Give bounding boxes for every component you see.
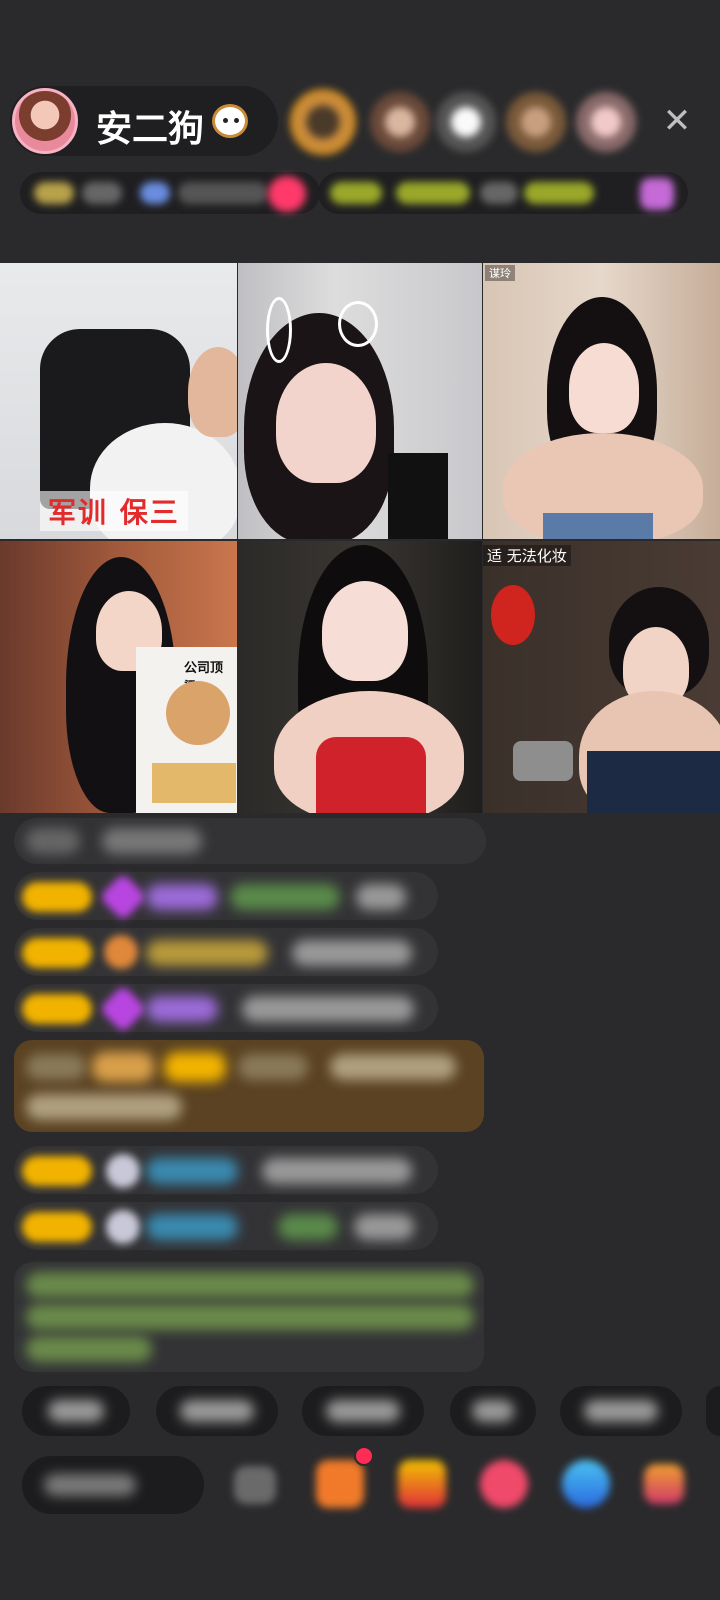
user-level-badge <box>22 938 92 968</box>
streamer-head <box>188 347 237 437</box>
chip-label <box>472 1400 514 1422</box>
chat-text <box>278 1214 338 1240</box>
video-cell[interactable]: 军训 保三 <box>0 263 237 539</box>
desk <box>152 763 236 803</box>
quick-chip[interactable] <box>706 1386 720 1436</box>
chip-label <box>326 1400 400 1422</box>
video-cell[interactable] <box>238 263 482 539</box>
camera-prop <box>513 741 573 781</box>
notice-text <box>26 1272 474 1298</box>
blue-top <box>543 513 653 539</box>
rank-text <box>178 182 268 204</box>
chip-label <box>180 1400 254 1422</box>
user-level-badge <box>22 1212 92 1242</box>
chat-text <box>292 940 412 966</box>
promo-text <box>330 182 382 204</box>
notice-text <box>26 1336 152 1362</box>
comment-placeholder <box>44 1474 136 1496</box>
user-level-badge <box>22 994 92 1024</box>
chip-label <box>584 1400 658 1422</box>
host-avatar[interactable] <box>12 88 78 154</box>
chat-text <box>330 1054 456 1080</box>
lace-top <box>587 751 720 813</box>
chat-badge <box>164 1052 226 1082</box>
chat-text <box>26 828 80 854</box>
emoji-icon[interactable] <box>234 1466 276 1504</box>
multi-guest-video-grid: 军训 保三 谋玲 公司顶梁 适 无法化妆 <box>0 263 720 815</box>
red-top <box>316 737 426 813</box>
chat-text <box>238 1054 308 1080</box>
game-icon[interactable] <box>562 1460 610 1508</box>
video-cell[interactable] <box>238 541 482 813</box>
chat-message[interactable] <box>14 818 486 864</box>
user-level-badge <box>22 1156 92 1186</box>
cell-overlay-label: 军训 保三 <box>40 491 188 531</box>
viewer-avatar[interactable] <box>436 92 496 152</box>
chat-username <box>146 996 218 1022</box>
chat-username <box>146 1214 238 1240</box>
chat-badge <box>92 1052 154 1082</box>
chat-username <box>146 1158 238 1184</box>
video-cell[interactable]: 谋玲 <box>483 263 720 539</box>
panda-plush <box>491 585 535 645</box>
viewer-avatar[interactable] <box>576 92 636 152</box>
cat-face <box>166 681 230 745</box>
close-icon[interactable]: ✕ <box>660 104 694 138</box>
viewer-avatar[interactable] <box>290 89 356 155</box>
video-cell[interactable]: 公司顶梁 <box>0 541 237 813</box>
chat-text <box>262 1158 412 1184</box>
viewer-avatar[interactable] <box>506 92 566 152</box>
streamer-face <box>276 363 376 483</box>
chat-text <box>354 1214 414 1240</box>
red-packet-icon[interactable] <box>398 1460 446 1508</box>
video-cell[interactable]: 适 无法化妆 <box>483 541 720 813</box>
chat-text <box>26 1094 182 1120</box>
live-room-screen: { "host": { "name": "安二狗", "emoji_icon":… <box>0 0 720 1600</box>
promo-text <box>524 182 594 204</box>
chat-username <box>146 884 218 910</box>
chat-text <box>102 828 202 854</box>
rank-badge <box>34 182 74 204</box>
user-level-badge <box>22 882 92 912</box>
promo-icon[interactable] <box>640 178 674 210</box>
streamer-face <box>322 581 408 681</box>
chat-text <box>26 1054 86 1080</box>
chat-text <box>242 996 414 1022</box>
more-icon[interactable] <box>644 1464 684 1504</box>
black-top <box>388 453 448 539</box>
chip-label <box>48 1400 104 1422</box>
notification-dot <box>354 1446 374 1466</box>
chat-text <box>356 884 406 910</box>
promo-text <box>396 182 470 204</box>
gift-icon[interactable] <box>480 1460 528 1508</box>
puppy-face-icon <box>212 104 248 138</box>
cell-tag: 谋玲 <box>485 265 515 281</box>
streamer-face <box>569 343 639 433</box>
rank-text <box>82 182 122 204</box>
viewer-avatar[interactable] <box>370 92 430 152</box>
cell-tag: 适 无法化妆 <box>483 545 571 566</box>
promo-text <box>480 182 518 204</box>
notice-text <box>26 1304 474 1330</box>
host-name: 安二狗 <box>96 109 205 150</box>
bunny-ear-left <box>266 297 292 363</box>
shop-icon[interactable] <box>316 1460 364 1508</box>
gift-icon[interactable] <box>268 176 306 212</box>
rank-icon <box>140 182 170 204</box>
chat-text <box>230 884 340 910</box>
chat-username <box>146 940 268 966</box>
bunny-ear-right <box>338 301 378 347</box>
